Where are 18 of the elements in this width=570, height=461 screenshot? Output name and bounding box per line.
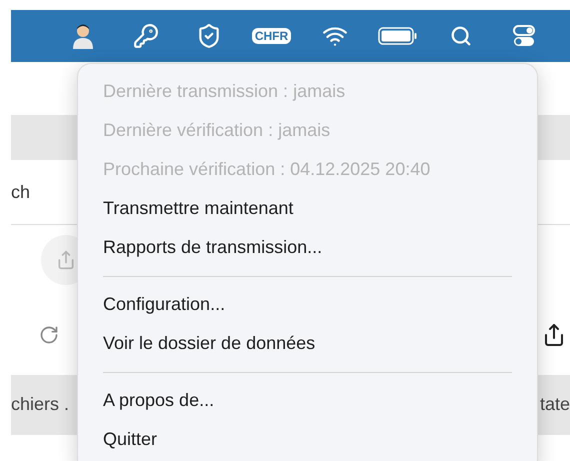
menu-item[interactable]: Configuration... [103, 285, 512, 324]
battery-icon[interactable] [378, 27, 418, 45]
chfr-badge[interactable]: CHFR [252, 28, 292, 44]
share-icon [56, 250, 76, 270]
menu-item[interactable]: Rapports de transmission... [103, 228, 512, 267]
menu-item[interactable]: Transmettre maintenant [103, 189, 512, 228]
search-field-text: ch [11, 180, 30, 204]
key-icon[interactable] [132, 23, 158, 49]
share-icon[interactable] [542, 323, 566, 347]
status-label: tate [540, 393, 570, 416]
menu-item[interactable]: Quitter [103, 420, 512, 459]
menu-item[interactable]: Voir le dossier de données [103, 324, 512, 363]
user-avatar-icon[interactable] [70, 23, 94, 49]
status-label: chiers . [11, 393, 70, 416]
search-icon[interactable] [450, 25, 472, 47]
control-center-icon[interactable] [512, 24, 536, 48]
reload-icon[interactable] [39, 325, 59, 345]
menu-item[interactable]: A propos de... [103, 381, 512, 420]
